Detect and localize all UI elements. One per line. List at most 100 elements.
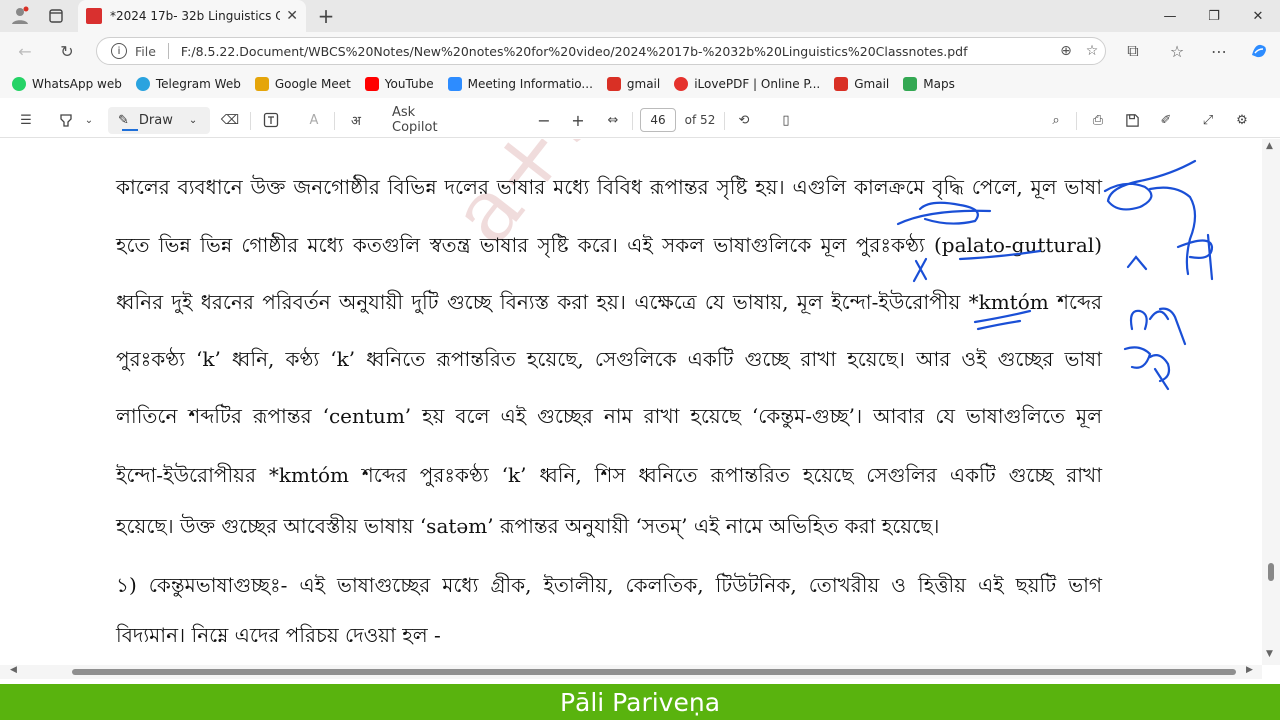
pen-icon: ✎ bbox=[118, 113, 129, 128]
text-line: ইন্দো-ইউরোপীয়র *kmtóm শব্দের পুরঃকণ্ঠ্য… bbox=[116, 463, 1102, 487]
info-icon[interactable]: i bbox=[111, 43, 127, 59]
pdf-file-icon bbox=[86, 8, 102, 24]
restore-icon[interactable]: ❐ bbox=[1192, 0, 1236, 32]
divider bbox=[1076, 112, 1077, 130]
text-line: লাতিনে শব্দটির রূপান্তর ‘centum’ হয় বলে… bbox=[116, 404, 1102, 428]
pen-color-indicator bbox=[122, 129, 138, 131]
scroll-down-icon[interactable]: ▼ bbox=[1266, 649, 1273, 659]
zoom-icon[interactable]: ⊕ bbox=[1053, 43, 1079, 59]
scrollbar-thumb[interactable] bbox=[1268, 563, 1274, 581]
bookmark-label: Meeting Informatio... bbox=[467, 77, 593, 91]
search-icon[interactable]: ⌕ bbox=[1046, 110, 1066, 130]
horizontal-scrollbar[interactable]: ◀ ▶ bbox=[0, 665, 1262, 679]
text-box-icon[interactable] bbox=[260, 110, 282, 130]
youtube-icon bbox=[364, 77, 379, 91]
back-icon[interactable]: ← bbox=[14, 40, 36, 62]
text-line: ধ্বনির দুই ধরনের পরিবর্তন অনুযায়ী দুটি … bbox=[116, 290, 1102, 314]
fit-width-icon[interactable]: ⇔ bbox=[602, 110, 624, 130]
close-window-icon[interactable]: ✕ bbox=[1236, 0, 1280, 32]
gmail-icon bbox=[834, 77, 849, 91]
save-icon[interactable] bbox=[1122, 110, 1142, 130]
bookmark-label: Maps bbox=[923, 77, 955, 91]
bookmark-ilovepdf[interactable]: iLovePDF | Online P... bbox=[674, 77, 820, 91]
print-icon[interactable]: ⎙ bbox=[1088, 110, 1108, 130]
bookmark-label: iLovePDF | Online P... bbox=[694, 77, 821, 91]
eraser-icon[interactable]: ⌫ bbox=[220, 110, 240, 130]
tab-pdf[interactable]: *2024 17b- 32b Linguistics Classn ✕ bbox=[78, 0, 306, 32]
ilovepdf-icon bbox=[674, 77, 689, 91]
text-line: কালের ব্যবধানে উক্ত জনগোষ্ঠীর বিভিন্ন দল… bbox=[116, 175, 1102, 199]
highlight-icon[interactable] bbox=[56, 110, 76, 130]
bookmark-youtube[interactable]: YouTube bbox=[364, 77, 434, 91]
bookmark-label: Google Meet bbox=[274, 77, 351, 91]
draw-dropdown-icon[interactable]: ⌄ bbox=[189, 115, 197, 126]
url-text[interactable]: F:/8.5.22.Document/WBCS%20Notes/New%20no… bbox=[181, 44, 1053, 59]
text-line: পুরঃকণ্ঠ্য ‘k’ ধ্বনি, কণ্ঠ্য ‘k’ ধ্বনিতে… bbox=[116, 347, 1102, 371]
reload-icon[interactable]: ↻ bbox=[56, 40, 78, 62]
bookmark-label: Gmail bbox=[854, 77, 890, 91]
divider bbox=[167, 43, 169, 59]
scroll-up-icon[interactable]: ▲ bbox=[1266, 141, 1273, 151]
highlight-dropdown-icon[interactable]: ⌄ bbox=[82, 110, 96, 130]
contents-icon[interactable]: ☰ bbox=[16, 110, 36, 130]
scroll-right-icon[interactable]: ▶ bbox=[1246, 665, 1253, 675]
bookmark-label: Telegram Web bbox=[155, 77, 241, 91]
tab-actions-icon[interactable] bbox=[46, 6, 66, 26]
text-format-icon[interactable]: A bbox=[304, 110, 324, 130]
text-line: হয়েছে। উক্ত গুচ্ছের আবেস্তীয় ভাষায় ‘s… bbox=[116, 514, 940, 538]
bookmark-label: gmail bbox=[626, 77, 661, 91]
maps-icon bbox=[903, 77, 918, 91]
bookmark-gmail-lower[interactable]: gmail bbox=[606, 77, 661, 91]
page-number-input[interactable]: 46 bbox=[640, 108, 676, 132]
scroll-left-icon[interactable]: ◀ bbox=[10, 665, 17, 675]
divider bbox=[334, 112, 335, 130]
page-total: of 52 bbox=[684, 113, 716, 127]
profile-icon[interactable] bbox=[10, 5, 30, 25]
favorites-icon[interactable]: ☆ bbox=[1166, 40, 1188, 62]
divider bbox=[250, 112, 251, 130]
section-heading-line: ১) কেন্তুমভাষাগুচ্ছঃ- এই ভাষাগুচ্ছের মধ্… bbox=[116, 573, 1102, 597]
bookmark-maps[interactable]: Maps bbox=[903, 77, 955, 91]
favorite-star-icon[interactable]: ☆ bbox=[1079, 43, 1105, 59]
bookmark-label: YouTube bbox=[384, 77, 434, 91]
page-view-icon[interactable]: ▯ bbox=[776, 110, 796, 130]
extensions-icon[interactable]: ⧉ bbox=[1122, 40, 1144, 62]
bookmark-google-meet[interactable]: Google Meet bbox=[254, 77, 351, 91]
zoom-out-icon[interactable]: − bbox=[534, 110, 554, 130]
rotate-icon[interactable]: ⟲ bbox=[734, 110, 754, 130]
scrollbar-thumb[interactable] bbox=[72, 669, 1236, 675]
gmail-icon bbox=[606, 77, 621, 91]
bookmark-telegram[interactable]: Telegram Web bbox=[135, 77, 241, 91]
more-menu-icon[interactable]: ⋯ bbox=[1208, 40, 1230, 62]
fullscreen-icon[interactable]: ⤢ bbox=[1198, 110, 1218, 130]
bookmark-gmail[interactable]: Gmail bbox=[834, 77, 889, 91]
divider bbox=[724, 112, 725, 130]
text-line: হতে ভিন্ন ভিন্ন গোষ্ঠীর মধ্যে কতগুলি স্ব… bbox=[116, 233, 1102, 257]
zoom-in-icon[interactable]: + bbox=[568, 110, 588, 130]
google-meet-icon bbox=[254, 77, 269, 91]
zoom-meeting-icon bbox=[447, 77, 462, 91]
whatsapp-icon bbox=[12, 77, 26, 91]
telegram-icon bbox=[135, 77, 150, 91]
draw-label: Draw bbox=[138, 113, 173, 128]
file-label: File bbox=[135, 43, 156, 59]
new-tab-button[interactable]: + bbox=[316, 4, 336, 28]
pdf-page: a+917439768 কালের ব্যবধানে উক্ত জনগোষ্ঠী… bbox=[0, 139, 1262, 665]
bookmark-whatsapp[interactable]: WhatsApp web bbox=[12, 77, 122, 91]
divider bbox=[632, 112, 633, 130]
read-aloud-icon[interactable]: अ bbox=[344, 110, 368, 130]
bookmarks-bar: WhatsApp web Telegram Web Google Meet Yo… bbox=[0, 70, 1280, 98]
url-field[interactable]: i File F:/8.5.22.Document/WBCS%20Notes/N… bbox=[96, 37, 1106, 65]
save-as-icon[interactable]: ✐ bbox=[1156, 110, 1176, 130]
bookmark-label: WhatsApp web bbox=[32, 77, 122, 91]
ask-copilot-button[interactable]: Ask Copilot bbox=[392, 105, 462, 135]
tab-title: *2024 17b- 32b Linguistics Classn bbox=[110, 9, 281, 23]
text-line: বিদ্যমান। নিম্নে এদের পরিচয় দেওয়া হল - bbox=[116, 623, 441, 647]
vertical-scrollbar[interactable]: ▲ ▼ bbox=[1262, 139, 1280, 665]
minimize-icon[interactable]: — bbox=[1148, 0, 1192, 32]
draw-button[interactable]: ✎ Draw ⌄ bbox=[108, 107, 210, 134]
copilot-icon[interactable] bbox=[1248, 40, 1270, 62]
bookmark-meeting[interactable]: Meeting Informatio... bbox=[447, 77, 593, 91]
close-tab-icon[interactable]: ✕ bbox=[286, 8, 298, 24]
settings-gear-icon[interactable]: ⚙ bbox=[1232, 110, 1252, 130]
